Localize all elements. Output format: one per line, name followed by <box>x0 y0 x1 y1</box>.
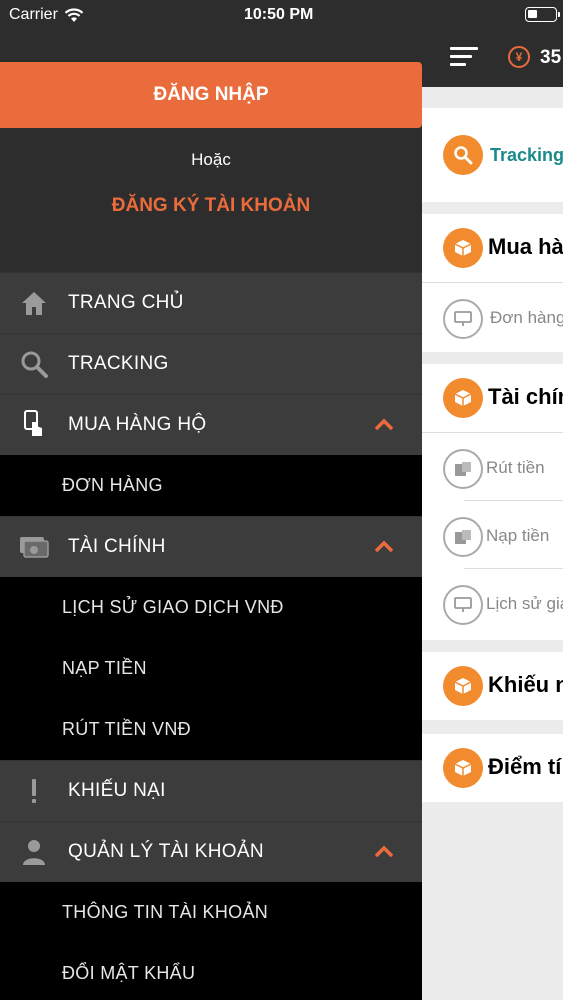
menu-item-home[interactable]: TRANG CHỦ <box>0 272 422 333</box>
menu-item-finance[interactable]: TÀI CHÍNH <box>0 516 422 577</box>
hand-pointer-icon <box>0 410 68 440</box>
submenu-item-orders[interactable]: ĐƠN HÀNG <box>0 455 422 516</box>
divider <box>422 432 563 433</box>
clock: 10:50 PM <box>244 6 314 23</box>
monitor-icon <box>443 585 483 625</box>
home-icon <box>0 290 68 316</box>
box-icon <box>443 228 483 268</box>
section-title: Khiếu n <box>488 672 563 697</box>
menu-item-tracking[interactable]: TRACKING <box>0 333 422 394</box>
chevron-up-icon[interactable] <box>374 844 394 858</box>
section-title: Tài chín <box>488 384 563 409</box>
menu-item-label: MUA HÀNG HỘ <box>68 414 207 435</box>
menu-item-label: QUẢN LÝ TÀI KHOẢN <box>68 841 264 862</box>
main-screen: ¥ 35 Tracking Mua hà Đơn hàng Tài chín R… <box>422 0 563 1000</box>
row-label[interactable]: Đơn hàng <box>490 308 563 328</box>
section-complaints[interactable]: Khiếu n <box>422 652 563 720</box>
tracking-card[interactable]: Tracking <box>422 108 563 202</box>
search-icon <box>443 135 483 175</box>
section-title: Điểm tí <box>488 754 562 779</box>
box-icon <box>443 378 483 418</box>
menu-item-label: TRANG CHỦ <box>68 292 184 313</box>
row-label[interactable]: Rút tiền <box>486 458 545 478</box>
menu-item-label: KHIẾU NẠI <box>68 780 166 801</box>
section-buy-for-me: Mua hà Đơn hàng <box>422 214 563 352</box>
menu-item-label: TÀI CHÍNH <box>68 536 166 557</box>
carrier-label: Carrier <box>9 6 58 23</box>
section-title: Mua hà <box>488 234 563 259</box>
login-button[interactable]: ĐĂNG NHẬP <box>0 62 422 128</box>
drawer-menu: TRANG CHỦ TRACKING MUA HÀNG HỘ ĐƠN HÀNG … <box>0 272 422 1000</box>
tracking-label: Tracking <box>490 145 563 165</box>
user-icon <box>0 838 68 866</box>
wallet-icon <box>443 449 483 489</box>
submenu-item-withdraw[interactable]: RÚT TIỀN VNĐ <box>0 699 422 760</box>
menu-item-buy-for-me[interactable]: MUA HÀNG HỘ <box>0 394 422 455</box>
section-points[interactable]: Điểm tí <box>422 734 563 802</box>
section-finance: Tài chín Rút tiền Nạp tiền Lịch sử gia <box>422 364 563 640</box>
yen-icon: ¥ <box>508 46 530 68</box>
box-icon <box>443 748 483 788</box>
balance-value: 35 <box>540 47 562 68</box>
row-label[interactable]: Lịch sử gia <box>486 594 563 614</box>
box-icon <box>443 666 483 706</box>
side-drawer: ĐĂNG NHẬP Hoặc ĐĂNG KÝ TÀI KHOẢN TRANG C… <box>0 0 422 1000</box>
menu-item-complaints[interactable]: KHIẾU NẠI <box>0 760 422 821</box>
submenu-item-account-info[interactable]: THÔNG TIN TÀI KHOẢN <box>0 882 422 943</box>
register-link[interactable]: ĐĂNG KÝ TÀI KHOẢN <box>0 195 422 217</box>
wallet-icon <box>0 534 68 560</box>
battery-icon <box>525 7 560 22</box>
status-bar: Carrier 10:50 PM <box>0 0 563 30</box>
menu-item-account-management[interactable]: QUẢN LÝ TÀI KHOẢN <box>0 821 422 882</box>
submenu-item-deposit[interactable]: NẠP TIỀN <box>0 638 422 699</box>
monitor-icon <box>443 299 483 339</box>
menu-item-label: TRACKING <box>68 353 169 374</box>
exclamation-icon <box>0 777 68 805</box>
divider <box>464 568 563 569</box>
divider <box>422 282 563 283</box>
or-text: Hoặc <box>191 150 231 169</box>
carrier-info: Carrier <box>9 6 84 24</box>
submenu-item-change-password[interactable]: ĐỔI MẬT KHẨU <box>0 943 422 1000</box>
wallet-icon <box>443 517 483 557</box>
row-label[interactable]: Nạp tiền <box>486 526 549 546</box>
chevron-up-icon[interactable] <box>374 417 394 431</box>
hamburger-menu-icon[interactable] <box>450 47 478 71</box>
chevron-up-icon[interactable] <box>374 539 394 553</box>
search-icon <box>0 350 68 378</box>
wifi-icon <box>64 7 84 22</box>
submenu-item-transaction-history[interactable]: LỊCH SỬ GIAO DỊCH VNĐ <box>0 577 422 638</box>
divider <box>464 500 563 501</box>
